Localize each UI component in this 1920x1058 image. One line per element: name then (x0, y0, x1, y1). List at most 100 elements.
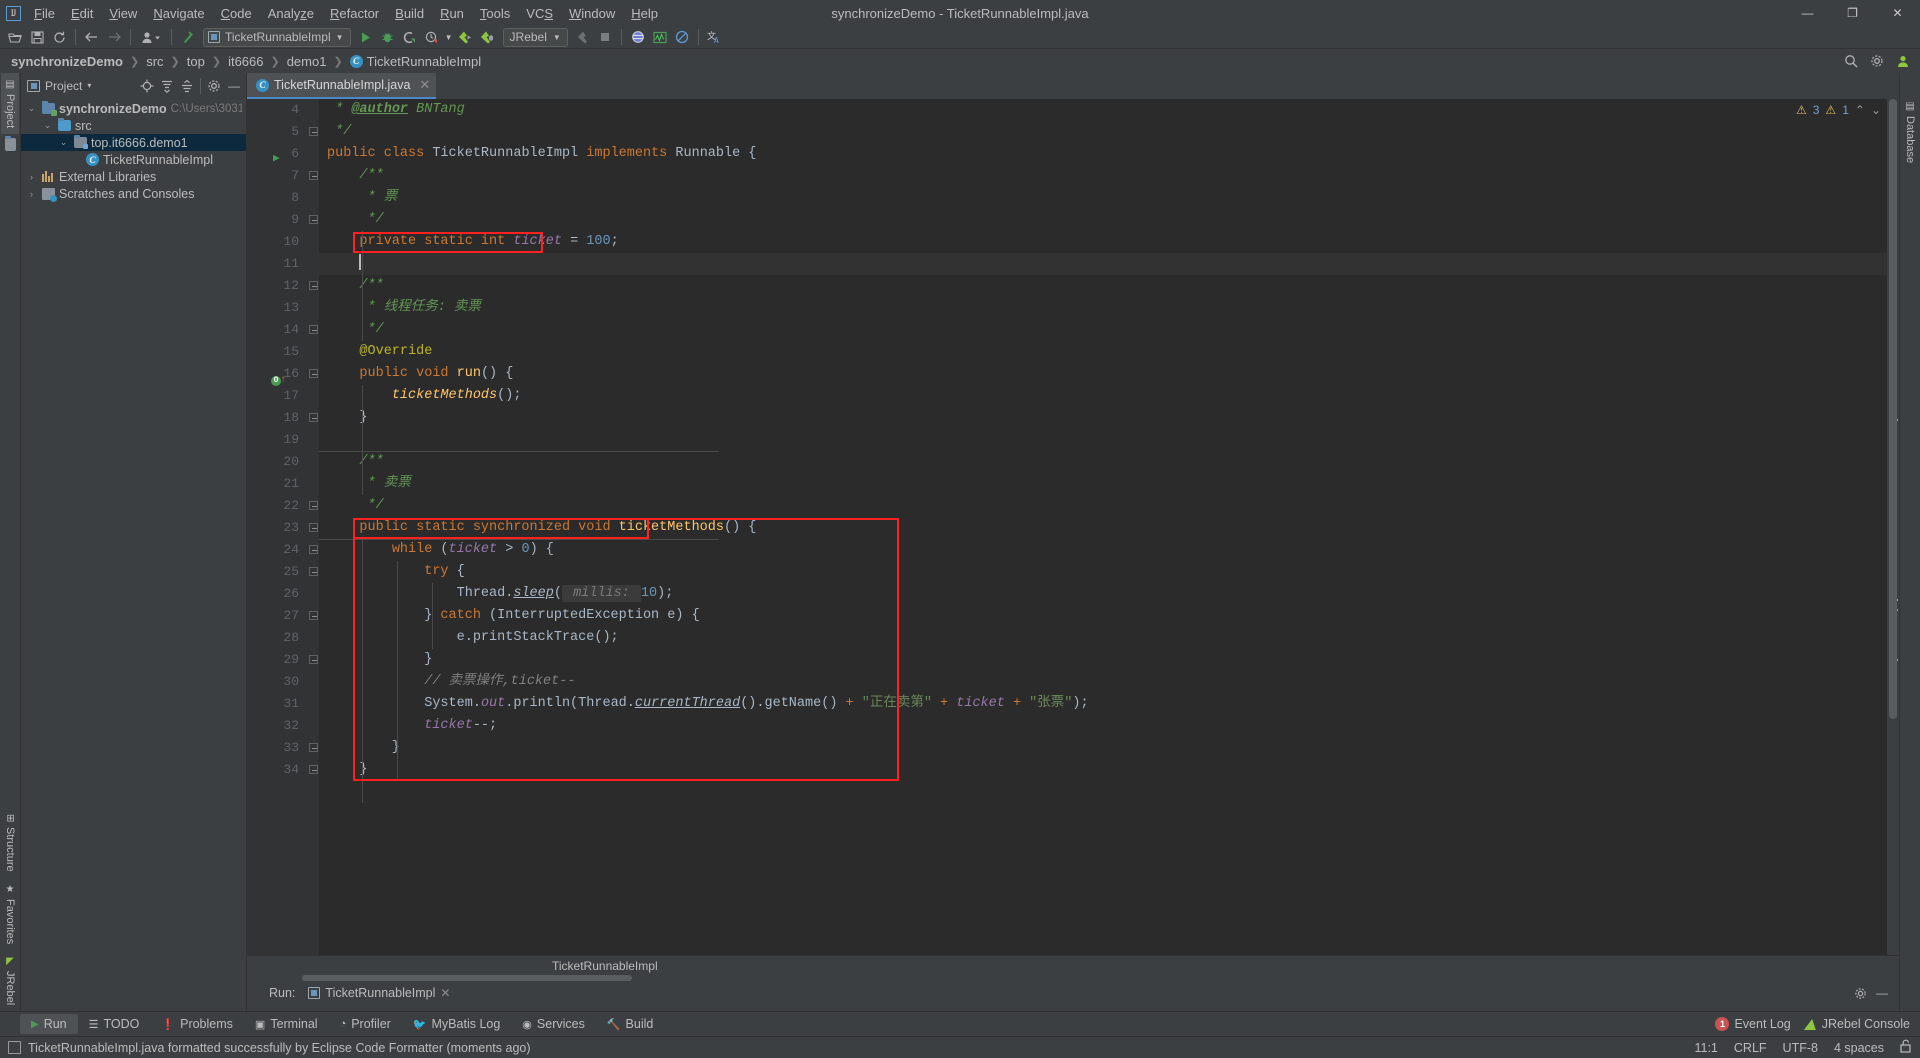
gutter-line-number[interactable]: 18 (247, 407, 307, 429)
status-message[interactable]: TicketRunnableImpl.java formatted succes… (28, 1041, 531, 1055)
code-line[interactable]: /** (319, 275, 1887, 297)
gutter-line-number[interactable]: 21 (247, 473, 307, 495)
menu-code[interactable]: Code (213, 2, 260, 25)
gutter-line-number[interactable]: 20 (247, 451, 307, 473)
menu-refactor[interactable]: Refactor (322, 2, 387, 25)
chevron-right-icon[interactable]: › (25, 172, 38, 182)
editor-marker-bar[interactable] (1887, 99, 1899, 955)
fold-collapse-icon[interactable] (309, 369, 318, 378)
code-line[interactable]: ticketMethods(); (319, 385, 1887, 407)
menu-edit[interactable]: Edit (63, 2, 101, 25)
menu-navigate[interactable]: Navigate (145, 2, 212, 25)
code-folding-column[interactable] (307, 99, 319, 955)
tree-node-class[interactable]: C TicketRunnableImpl (21, 151, 246, 168)
globe-icon[interactable] (627, 27, 649, 48)
gutter-line-number[interactable]: 26 (247, 583, 307, 605)
chevron-down-icon[interactable]: ⌄ (57, 137, 70, 148)
code-line[interactable]: * @author BNTang (319, 99, 1887, 121)
fold-region-cell[interactable] (307, 561, 319, 583)
fold-collapse-icon[interactable] (309, 171, 318, 180)
code-line[interactable]: } catch (InterruptedException e) { (319, 605, 1887, 627)
locate-icon[interactable] (138, 77, 156, 95)
gutter-line-number[interactable]: 6 ▶ (247, 143, 307, 165)
fold-region-cell[interactable] (307, 385, 319, 407)
code-line[interactable]: * 票 (319, 187, 1887, 209)
fold-region-cell[interactable] (307, 407, 319, 429)
sidebar-item-favorites[interactable]: ★ Favorites (1, 878, 19, 950)
translate-icon[interactable]: 文A (704, 27, 726, 48)
fold-collapse-icon[interactable] (309, 567, 318, 576)
minimize-button[interactable]: — (1785, 0, 1830, 26)
indent-setting[interactable]: 4 spaces (1834, 1041, 1884, 1055)
gutter-line-number[interactable]: 32 (247, 715, 307, 737)
run-with-coverage-icon[interactable] (399, 27, 421, 48)
gutter-line-number[interactable]: 29 (247, 649, 307, 671)
menu-file[interactable]: File (26, 2, 63, 25)
fold-collapse-icon[interactable] (309, 545, 318, 554)
code-line[interactable]: */ (319, 495, 1887, 517)
gear-icon[interactable] (1851, 984, 1869, 1002)
project-panel-title[interactable]: Project ▾ (24, 79, 91, 93)
run-panel-tab[interactable]: TicketRunnableImpl ✕ (303, 986, 455, 1000)
gutter-line-number[interactable]: 28 (247, 627, 307, 649)
fold-region-cell[interactable] (307, 671, 319, 693)
gutter-line-number[interactable]: 16 O ↑ (247, 363, 307, 386)
gear-icon[interactable] (1866, 51, 1888, 72)
tab-todo[interactable]: ☰ TODO (78, 1014, 151, 1034)
gutter-line-number[interactable]: 30 (247, 671, 307, 693)
menu-build[interactable]: Build (387, 2, 432, 25)
chevron-down-icon[interactable]: ⌄ (41, 120, 54, 131)
gutter-line-number[interactable]: 17 (247, 385, 307, 407)
fold-region-cell[interactable] (307, 121, 319, 143)
hide-icon[interactable]: — (1873, 984, 1891, 1002)
jrebel-run-icon[interactable] (455, 27, 477, 48)
fold-region-cell[interactable] (307, 319, 319, 341)
tree-node-external-libraries[interactable]: › External Libraries (21, 168, 246, 185)
collapse-all-icon[interactable] (178, 77, 196, 95)
gutter-line-number[interactable]: 4 (247, 99, 307, 121)
gutter-line-number[interactable]: 33 (247, 737, 307, 759)
left-strip-folder-icon[interactable] (2, 134, 19, 155)
gutter-line-number[interactable]: 24 (247, 539, 307, 561)
sidebar-item-database[interactable]: ▤ Database (1901, 95, 1919, 169)
sidebar-item-jrebel[interactable]: ◤ JRebel (1, 950, 19, 1011)
tree-node-package[interactable]: ⌄ top.it6666.demo1 (21, 134, 246, 151)
breadcrumb-src[interactable]: src (143, 53, 166, 70)
tab-terminal[interactable]: ▣ Terminal (244, 1014, 329, 1034)
chevron-down-icon[interactable]: ⌄ (25, 103, 38, 114)
nav-previous-problem-icon[interactable]: ⌃ (1855, 103, 1865, 117)
gutter-line-number[interactable]: 8 (247, 187, 307, 209)
gutter-line-number[interactable]: 23 (247, 517, 307, 539)
fold-collapse-icon[interactable] (309, 743, 318, 752)
event-log-button[interactable]: 1 Event Log (1715, 1017, 1791, 1031)
tree-node-src[interactable]: ⌄ src (21, 117, 246, 134)
menu-vcs[interactable]: VCS (518, 2, 561, 25)
code-line[interactable]: try { (319, 561, 1887, 583)
profiler-chevron-down-icon[interactable]: ▼ (443, 27, 455, 48)
menu-view[interactable]: View (101, 2, 145, 25)
jrebel-selector[interactable]: JRebel ▼ (502, 27, 568, 47)
fold-region-cell[interactable] (307, 451, 319, 473)
code-line[interactable]: @Override (319, 341, 1887, 363)
hammer-icon[interactable] (177, 27, 199, 48)
fold-collapse-icon[interactable] (309, 413, 318, 422)
fold-region-cell[interactable] (307, 605, 319, 627)
code-line[interactable]: public static synchronized void ticketMe… (319, 517, 1887, 539)
fold-region-cell[interactable] (307, 143, 319, 165)
gutter-line-number[interactable]: 12 (247, 275, 307, 297)
gutter-line-number[interactable]: 22 (247, 495, 307, 517)
fold-collapse-icon[interactable] (309, 281, 318, 290)
code-line[interactable]: * 卖票 (319, 473, 1887, 495)
maximize-button[interactable]: ❐ (1830, 0, 1875, 26)
tab-mybatis-log[interactable]: 🐦 MyBatis Log (402, 1014, 511, 1034)
line-separator[interactable]: CRLF (1734, 1041, 1767, 1055)
tab-build[interactable]: 🔨 Build (596, 1014, 665, 1034)
fold-collapse-icon[interactable] (309, 611, 318, 620)
jrebel-debug-icon[interactable] (477, 27, 499, 48)
file-encoding[interactable]: UTF-8 (1783, 1041, 1818, 1055)
code-line[interactable]: */ (319, 319, 1887, 341)
code-line[interactable]: while (ticket > 0) { (319, 539, 1887, 561)
editor-tab-ticketrunnableimpl[interactable]: C TicketRunnableImpl.java ✕ (247, 73, 437, 99)
fold-collapse-icon[interactable] (309, 501, 318, 510)
fold-region-cell[interactable] (307, 99, 319, 121)
